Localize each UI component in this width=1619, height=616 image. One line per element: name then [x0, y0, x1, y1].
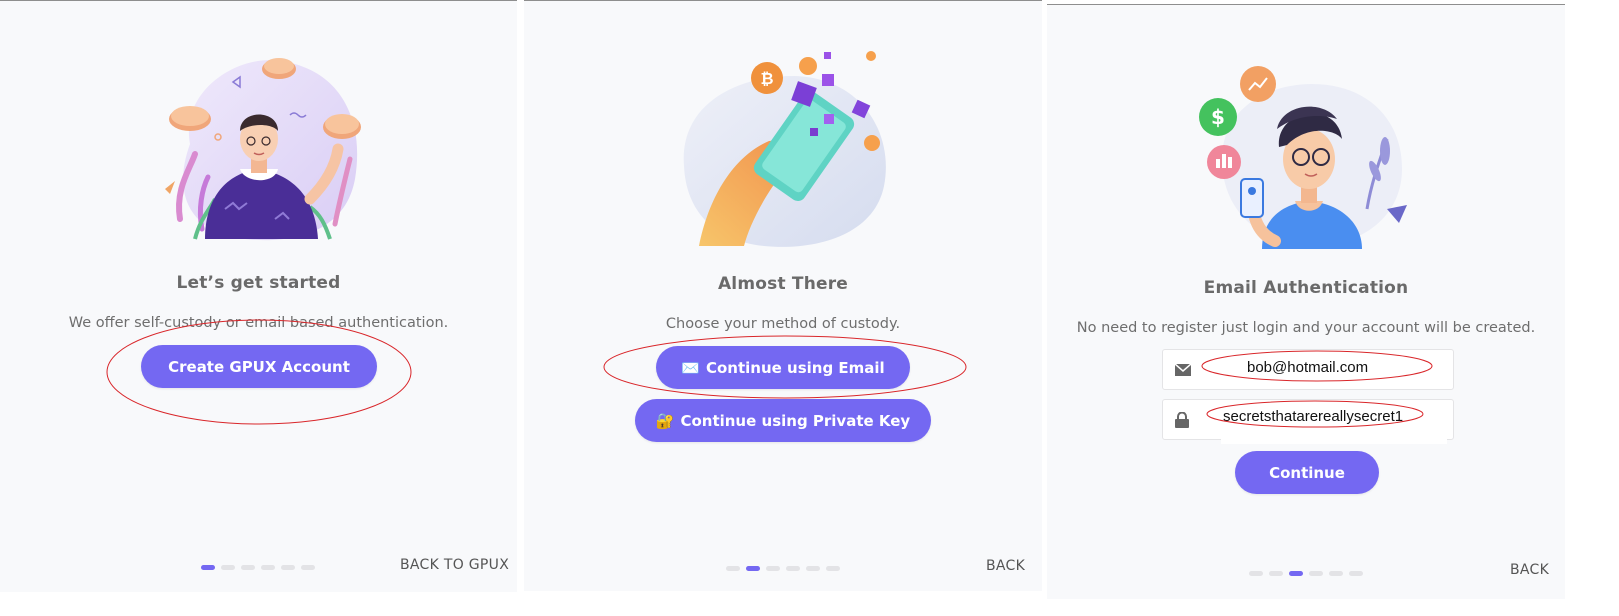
lock-with-key-icon: 🔐 — [655, 411, 675, 430]
continue-button[interactable]: Continue — [1235, 451, 1379, 494]
step-dot — [1309, 571, 1323, 576]
onboarding-panel-get-started: Let’s get started We offer self-custody … — [0, 0, 517, 592]
envelope-icon: ✉️ — [681, 358, 700, 377]
page-description: Choose your method of custody. — [665, 316, 901, 332]
lock-icon — [1175, 411, 1189, 428]
step-dot — [786, 566, 800, 571]
email-field[interactable]: bob@hotmail.com — [1162, 349, 1454, 390]
back-to-gpux-link[interactable]: BACK TO GPUX — [400, 557, 509, 573]
hand-holding-phone-crypto-illustration: ₿ — [683, 51, 886, 247]
page-title: Almost There — [717, 274, 849, 294]
page-description: No need to register just login and your … — [1076, 320, 1536, 336]
continue-private-key-button-label: Continue using Private Key — [680, 411, 911, 430]
step-indicator — [201, 565, 315, 570]
step-dot — [826, 566, 840, 571]
step-dot — [281, 565, 295, 570]
person-with-phone-finance-illustration: $ — [1199, 66, 1407, 249]
page-title: Email Authentication — [1203, 278, 1409, 298]
onboarding-panel-custody-method: ₿ Almost There Choose your method of cus… — [524, 0, 1042, 591]
step-dot — [201, 565, 215, 570]
back-link[interactable]: BACK — [1510, 562, 1549, 578]
email-input[interactable]: bob@hotmail.com — [1247, 359, 1369, 376]
step-dot — [1349, 571, 1363, 576]
step-dot — [261, 565, 275, 570]
create-account-button[interactable]: Create GPUX Account — [141, 345, 377, 388]
onboarding-panel-email-auth: $ Email Authentication No need to regist… — [1047, 4, 1565, 599]
step-dot — [1249, 571, 1263, 576]
continue-email-button-label: Continue using Email — [705, 358, 885, 377]
step-dot — [1269, 571, 1283, 576]
step-dot — [726, 566, 740, 571]
step-dot — [766, 566, 780, 571]
step-dot — [1289, 571, 1303, 576]
person-with-coins-illustration — [165, 58, 361, 241]
create-account-button-label: Create GPUX Account — [168, 357, 350, 376]
step-dot — [806, 566, 820, 571]
envelope-icon — [1175, 363, 1191, 376]
step-dot — [746, 566, 760, 571]
password-input[interactable]: secretsthatarereallysecret1 — [1221, 408, 1447, 444]
step-indicator — [726, 566, 840, 571]
svg-text:₿: ₿ — [760, 69, 773, 88]
step-dot — [221, 565, 235, 570]
step-dot — [1329, 571, 1343, 576]
step-dot — [301, 565, 315, 570]
back-link[interactable]: BACK — [986, 558, 1025, 574]
step-dot — [241, 565, 255, 570]
step-indicator — [1249, 571, 1363, 576]
svg-text:$: $ — [1211, 105, 1225, 129]
continue-email-button[interactable]: ✉️ Continue using Email — [656, 346, 910, 389]
page-description: We offer self-custody or email based aut… — [68, 315, 449, 331]
page-title: Let’s get started — [176, 273, 341, 293]
continue-private-key-button[interactable]: 🔐 Continue using Private Key — [635, 399, 931, 442]
continue-button-label: Continue — [1269, 463, 1345, 482]
password-field[interactable]: secretsthatarereallysecret1 — [1162, 399, 1454, 444]
